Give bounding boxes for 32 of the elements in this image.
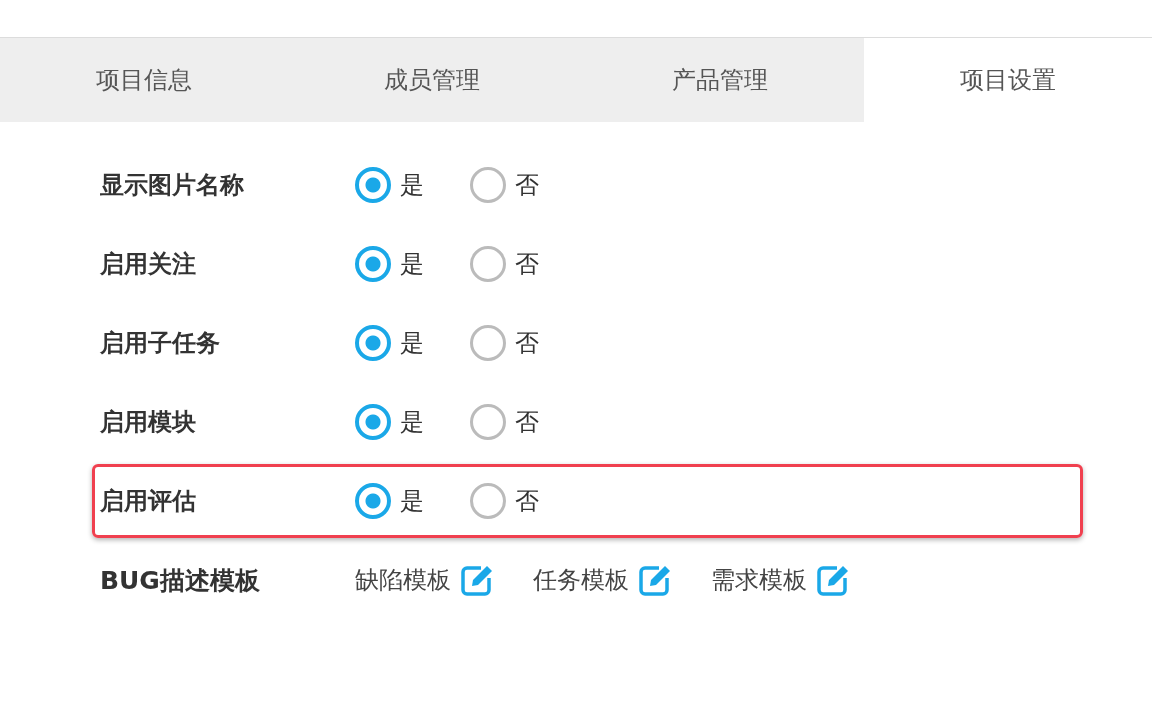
setting-label: 启用子任务 xyxy=(100,328,221,359)
setting-label: 启用关注 xyxy=(100,249,197,280)
tab[interactable]: 成员管理 xyxy=(288,38,576,122)
option-label: 否 xyxy=(515,407,539,438)
option-label: 是 xyxy=(400,407,424,438)
tab[interactable]: 产品管理 xyxy=(576,38,864,122)
template-label: 需求模板 xyxy=(711,565,807,596)
option-label: 否 xyxy=(515,249,539,280)
template-label: 任务模板 xyxy=(533,565,629,596)
radio-button[interactable] xyxy=(355,404,391,440)
option-label: 否 xyxy=(515,486,539,517)
radio-button[interactable] xyxy=(470,483,506,519)
radio-button[interactable] xyxy=(355,246,391,282)
radio-button[interactable] xyxy=(470,325,506,361)
option-label: 是 xyxy=(400,328,424,359)
radio-button[interactable] xyxy=(355,167,391,203)
option-label: 是 xyxy=(400,486,424,517)
option-label: 否 xyxy=(515,170,539,201)
option-label: 是 xyxy=(400,170,424,201)
radio-button[interactable] xyxy=(470,246,506,282)
setting-label: 启用模块 xyxy=(100,407,197,438)
setting-label: 显示图片名称 xyxy=(100,170,245,201)
option-label: 是 xyxy=(400,249,424,280)
radio-button[interactable] xyxy=(355,325,391,361)
radio-button[interactable] xyxy=(470,167,506,203)
template-label: 缺陷模板 xyxy=(355,565,451,596)
setting-label: 启用评估 xyxy=(100,486,197,517)
radio-button[interactable] xyxy=(470,404,506,440)
radio-button[interactable] xyxy=(355,483,391,519)
setting-label: BUG描述模板 xyxy=(100,564,261,597)
tab[interactable]: 项目信息 xyxy=(0,38,288,122)
option-label: 否 xyxy=(515,328,539,359)
